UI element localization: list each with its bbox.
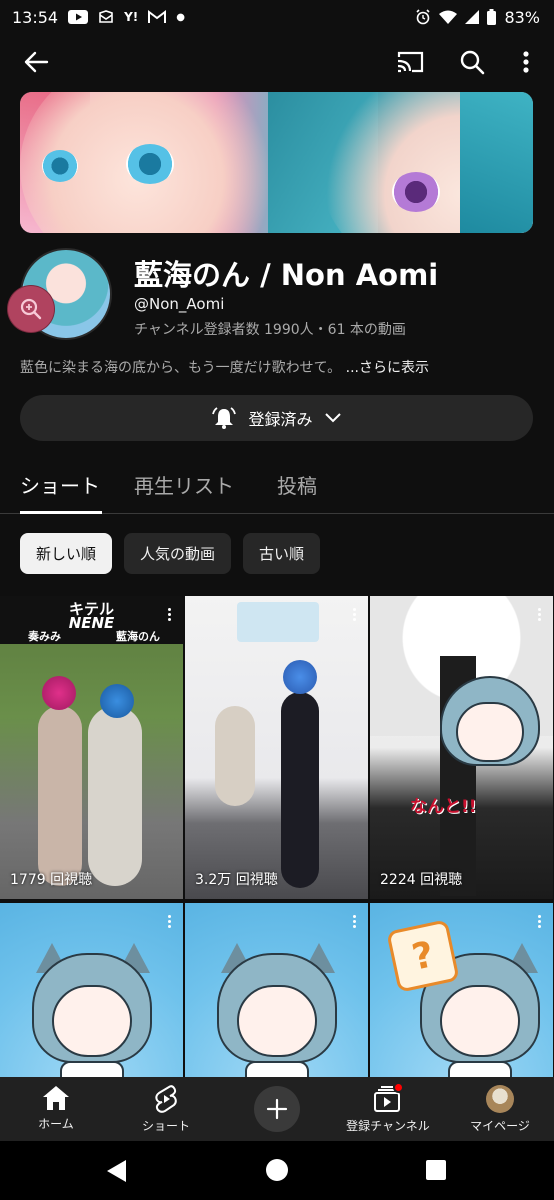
channel-description[interactable]: 藍色に染まる海の底から、もう一度だけ歌わせて。 ...さらに表示 — [20, 357, 429, 377]
active-tab-indicator — [20, 511, 102, 514]
signal-icon — [465, 10, 480, 24]
battery-percent: 83% — [504, 7, 540, 27]
dancer — [281, 692, 319, 888]
channel-name: 藍海のん / Non Aomi — [134, 258, 439, 292]
new-content-dot — [393, 1082, 404, 1093]
system-back-button[interactable] — [106, 1159, 128, 1187]
short-thumbnail-3[interactable]: なんと!! 2224 回視聴 — [370, 596, 553, 899]
chip-newest[interactable]: 新しい順 — [20, 533, 113, 574]
square-recents-icon — [426, 1160, 446, 1180]
more-vert-icon — [523, 51, 529, 73]
tab-playlists[interactable]: 再生リスト — [134, 470, 234, 499]
nav-subscriptions[interactable]: 登録チャンネル — [336, 1077, 440, 1141]
view-count: 3.2万 回視聴 — [195, 872, 278, 888]
short-more-button[interactable] — [348, 913, 360, 931]
description-text: 藍色に染まる海の底から、もう一度だけ歌わせて。 — [20, 360, 342, 376]
chip-popular[interactable]: 人気の動画 — [124, 533, 232, 574]
battery-icon — [487, 9, 497, 25]
short-more-button[interactable] — [163, 913, 175, 931]
short-thumbnail-2[interactable]: 3.2万 回視聴 — [185, 596, 368, 899]
cast-icon — [397, 51, 424, 73]
gmail-notification-icon — [148, 10, 167, 24]
dancer-right — [88, 706, 142, 886]
create-button[interactable] — [254, 1086, 300, 1132]
youtube-notification-icon — [68, 10, 89, 24]
chevron-down-icon — [324, 413, 341, 423]
dancer-left — [38, 706, 82, 886]
view-count: 2224 回視聴 — [380, 872, 463, 888]
question-mark-badge: ? — [386, 919, 460, 993]
short-more-button[interactable] — [163, 606, 175, 624]
app-bar — [0, 40, 554, 84]
notification-bell-icon — [212, 407, 237, 429]
blurred-face-left — [42, 676, 76, 710]
circle-home-icon — [266, 1159, 288, 1181]
chibi-dancer — [215, 706, 255, 806]
more-notifications-dot-icon: ● — [176, 11, 186, 23]
show-more-link[interactable]: ...さらに表示 — [346, 360, 429, 376]
wifi-icon — [439, 10, 458, 24]
chibi-character — [217, 943, 337, 1101]
channel-stats: チャンネル登録者数 1990人・61 本の動画 — [134, 322, 406, 338]
nav-subscriptions-label: 登録チャンネル — [346, 1119, 430, 1133]
channel-handle: @Non_Aomi — [134, 295, 225, 313]
short-more-button[interactable] — [533, 606, 545, 624]
channel-tabs: ショート 再生リスト 投稿 — [0, 466, 554, 514]
nav-home-label: ホーム — [38, 1117, 74, 1131]
chibi-character — [440, 666, 540, 786]
triangle-back-icon — [107, 1160, 126, 1182]
thumbnail-sub-left: 奏みみ — [28, 630, 61, 643]
channel-banner — [20, 92, 533, 233]
shorts-icon — [155, 1085, 177, 1113]
nav-you-label: マイページ — [470, 1119, 530, 1133]
short-thumbnail-1[interactable]: キテル NENE 奏みみ 藍海のん 1779 回視聴 — [0, 596, 183, 899]
view-count: 1779 回視聴 — [10, 872, 93, 888]
blurred-face-right — [100, 684, 134, 718]
thumbnail-sub-right: 藍海のん — [116, 630, 160, 643]
home-icon — [43, 1086, 69, 1110]
system-recents-button[interactable] — [426, 1160, 446, 1184]
status-bar: 13:54 Y! ● 83% — [0, 0, 554, 34]
arrow-back-icon — [24, 51, 49, 73]
sort-chips: 新しい順 人気の動画 古い順 — [20, 533, 321, 574]
nav-you[interactable]: マイページ — [462, 1077, 538, 1141]
alarm-icon — [415, 9, 431, 25]
thumbnail-caption: なんと!! — [410, 797, 477, 817]
plus-icon — [266, 1098, 288, 1120]
account-avatar — [486, 1085, 514, 1113]
search-icon — [460, 50, 485, 75]
tab-shorts[interactable]: ショート — [20, 470, 100, 499]
more-options-button[interactable] — [504, 40, 548, 84]
mail-notification-icon — [98, 10, 114, 24]
status-time: 13:54 — [12, 7, 59, 27]
short-more-button[interactable] — [348, 606, 360, 624]
magnifier-overlay-button[interactable] — [8, 286, 54, 332]
system-navigation-bar — [0, 1141, 554, 1200]
chibi-character — [32, 943, 152, 1101]
short-more-button[interactable] — [533, 913, 545, 931]
chip-oldest[interactable]: 古い順 — [243, 533, 321, 574]
cast-button[interactable] — [388, 40, 432, 84]
yahoo-notification-icon: Y! — [124, 10, 139, 24]
nav-home[interactable]: ホーム — [26, 1077, 86, 1141]
nav-shorts[interactable]: ショート — [130, 1077, 202, 1141]
back-button[interactable] — [14, 40, 58, 84]
system-home-button[interactable] — [265, 1158, 289, 1186]
subscribed-button[interactable]: 登録済み — [20, 395, 533, 441]
subscribed-label: 登録済み — [248, 410, 313, 429]
wall-poster — [237, 602, 319, 642]
zoom-in-icon — [20, 298, 42, 320]
blurred-face — [283, 660, 317, 694]
tab-posts[interactable]: 投稿 — [277, 470, 317, 499]
search-button[interactable] — [450, 40, 494, 84]
bottom-navigation: ホーム ショート 登録チャンネル マイページ — [0, 1077, 554, 1141]
nav-shorts-label: ショート — [141, 1119, 190, 1133]
